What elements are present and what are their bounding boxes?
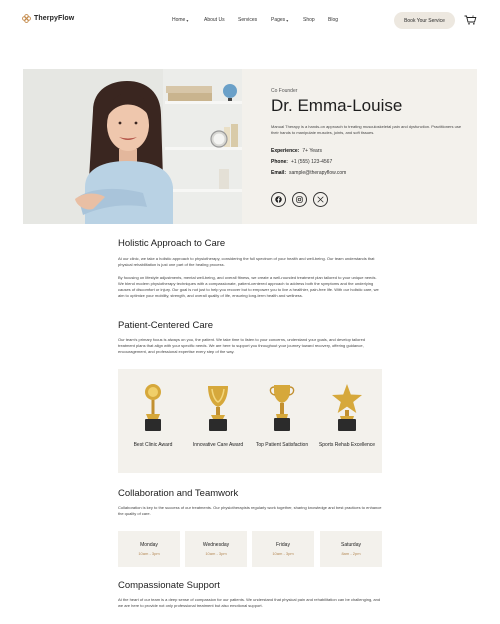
trophy-round-icon xyxy=(145,384,161,431)
email-value[interactable]: sample@therapyflow.com xyxy=(289,170,346,176)
section-title-compassion: Compassionate Support xyxy=(118,580,220,591)
nav-shop[interactable]: Shop xyxy=(303,17,315,23)
schedule-day: Wednesday xyxy=(202,542,230,548)
schedule-grid: Monday 10am - 3pm Wednesday 10am - 3pm F… xyxy=(118,531,382,567)
nav-pages-label: Pages xyxy=(271,17,286,23)
brand-name: TherpyFlow xyxy=(34,15,75,22)
section-title-collaboration: Collaboration and Teamwork xyxy=(118,488,239,499)
nav-home-label: Home xyxy=(172,17,186,23)
doctor-bio: Manual Therapy is a hands-on approach to… xyxy=(271,124,462,135)
nav-home[interactable]: Home ▾ xyxy=(172,17,188,23)
instagram-icon[interactable] xyxy=(292,192,307,207)
schedule-day-card: Saturday 8am - 2pm xyxy=(320,531,382,567)
schedule-day: Friday xyxy=(276,542,290,548)
logo-flower-icon xyxy=(22,14,31,23)
schedule-hours: 10am - 3pm xyxy=(205,551,227,556)
award-label: Top Patient Satisfaction xyxy=(255,442,309,448)
schedule-day-card: Wednesday 10am - 3pm xyxy=(185,531,247,567)
email-label: Email: xyxy=(271,170,287,176)
cart-icon[interactable] xyxy=(464,15,477,25)
nav-shop-label: Shop xyxy=(303,17,315,23)
nav-about-label: About Us xyxy=(204,17,225,23)
cart-count-badge: 0 xyxy=(472,14,475,19)
trophy-laurel-icon xyxy=(208,386,228,431)
schedule-hours: 10am - 3pm xyxy=(272,551,294,556)
award-item: Sports Rehab Excellence xyxy=(317,383,377,449)
doctor-photo xyxy=(23,69,242,224)
compassion-paragraph: At the heart of our team is a deep sense… xyxy=(118,597,381,608)
brand-logo[interactable]: TherpyFlow xyxy=(22,14,74,23)
schedule-hours: 10am - 3pm xyxy=(138,551,160,556)
doctor-profile-card: Co Founder Dr. Emma-Louise Manual Therap… xyxy=(23,69,477,224)
doctor-role: Co Founder xyxy=(271,88,298,94)
phone-label: Phone: xyxy=(271,159,288,165)
nav-pages[interactable]: Pages ▾ xyxy=(271,17,288,23)
award-label: Sports Rehab Excellence xyxy=(318,442,376,448)
doctor-name: Dr. Emma-Louise xyxy=(271,96,403,115)
collaboration-paragraph: Collaboration is key to the success of o… xyxy=(118,505,382,516)
award-item: Best Clinic Award xyxy=(123,383,183,449)
email-row: Email: sample@therapyflow.com xyxy=(271,170,346,176)
x-icon[interactable] xyxy=(313,192,328,207)
award-item: Top Patient Satisfaction xyxy=(252,383,312,449)
doctor-portrait-image xyxy=(23,69,242,224)
chevron-down-icon: ▾ xyxy=(286,17,289,23)
experience-value: 7+ Years xyxy=(302,148,322,154)
trophy-star-icon xyxy=(332,384,362,431)
experience-label: Experience: xyxy=(271,148,300,154)
awards-panel: Best Clinic Award Innovative Care Award … xyxy=(118,369,382,473)
book-service-button[interactable]: Book Your Service xyxy=(394,12,455,29)
nav-blog-label: Blog xyxy=(328,17,339,23)
chevron-down-icon: ▾ xyxy=(186,17,189,23)
nav-services[interactable]: Services xyxy=(238,17,257,23)
experience-row: Experience: 7+ Years xyxy=(271,148,322,154)
phone-value[interactable]: +1 (555) 123-4567 xyxy=(291,159,332,165)
schedule-day-card: Friday 10am - 3pm xyxy=(252,531,314,567)
patient-paragraph: Our team's primary focus is always on yo… xyxy=(118,337,366,354)
site-header: TherpyFlow Home ▾ About Us Services Page… xyxy=(0,0,500,42)
nav-about[interactable]: About Us xyxy=(204,17,225,23)
facebook-icon[interactable] xyxy=(271,192,286,207)
trophy-cup-icon xyxy=(269,385,295,431)
section-title-holistic: Holistic Approach to Care xyxy=(118,238,226,249)
schedule-day: Saturday xyxy=(340,542,361,548)
nav-services-label: Services xyxy=(238,17,258,23)
social-links xyxy=(271,192,328,207)
holistic-paragraph-2: By focusing on lifestyle adjustments, me… xyxy=(118,275,379,298)
award-item: Innovative Care Award xyxy=(188,383,248,449)
phone-row: Phone: +1 (555) 123-4567 xyxy=(271,159,332,165)
nav-blog[interactable]: Blog xyxy=(328,17,338,23)
schedule-hours: 8am - 2pm xyxy=(341,551,361,556)
schedule-day-card: Monday 10am - 3pm xyxy=(118,531,180,567)
schedule-day: Monday xyxy=(140,542,158,548)
holistic-paragraph-1: At our clinic, we take a holistic approa… xyxy=(118,256,375,267)
section-title-patient: Patient-Centered Care xyxy=(118,320,214,331)
award-label: Innovative Care Award xyxy=(192,442,244,448)
award-label: Best Clinic Award xyxy=(133,442,173,448)
